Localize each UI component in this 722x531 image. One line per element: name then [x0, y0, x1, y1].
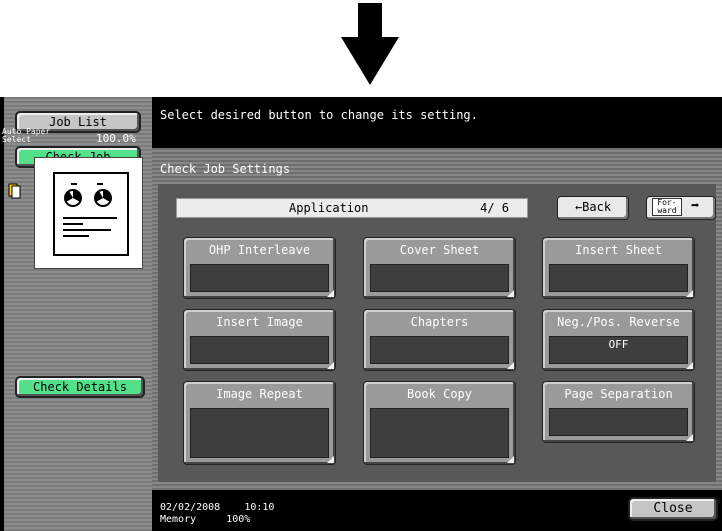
function-label: Chapters [410, 315, 469, 329]
date: 02/02/2008 [160, 502, 221, 513]
function-label: Cover Sheet [399, 243, 480, 257]
copy-preview [34, 157, 143, 269]
function-value [370, 408, 509, 458]
corner-triangle [327, 290, 334, 297]
check-details-button[interactable]: Check Details [15, 376, 145, 398]
function-label: Insert Sheet [575, 243, 662, 257]
function-value [549, 264, 688, 292]
neg-pos-reverse-button[interactable]: Neg./Pos. Reverse OFF [542, 309, 695, 371]
document-preview-icon [53, 172, 129, 256]
panel-title: Check Job Settings [160, 162, 291, 176]
status-bar: 02/02/2008 10:10 Memory 100% [160, 502, 274, 526]
function-value [549, 408, 688, 436]
corner-triangle [686, 290, 693, 297]
forward-label: For-ward [652, 198, 682, 216]
corner-triangle [507, 362, 514, 369]
back-button[interactable]: ←Back [557, 196, 629, 220]
forward-arrow-icon: ➡ [691, 198, 700, 214]
function-value [190, 264, 329, 292]
image-repeat-button[interactable]: Image Repeat [183, 381, 336, 465]
corner-triangle [327, 456, 334, 463]
function-label: Insert Image [216, 315, 303, 329]
time: 10:10 [244, 502, 275, 513]
page-separation-button[interactable]: Page Separation [542, 381, 695, 443]
insert-sheet-button[interactable]: Insert Sheet [542, 237, 695, 299]
corner-triangle [686, 362, 693, 369]
paper-select-label: Auto Paper Select [2, 127, 51, 144]
book-copy-button[interactable]: Book Copy [363, 381, 516, 465]
chapters-button[interactable]: Chapters [363, 309, 516, 371]
corner-triangle [686, 434, 693, 441]
cover-sheet-button[interactable]: Cover Sheet [363, 237, 516, 299]
corner-triangle [507, 456, 514, 463]
tab-application: Application [289, 201, 369, 215]
corner-triangle [327, 362, 334, 369]
close-button[interactable]: Close [628, 497, 718, 521]
function-value [370, 336, 509, 364]
page-indicator: 4/ 6 [480, 201, 509, 215]
function-value [190, 336, 329, 364]
zoom-ratio: 100.0% [96, 132, 136, 145]
function-value: OFF [549, 336, 688, 364]
down-arrow-icon [341, 3, 399, 85]
function-value [190, 408, 329, 458]
corner-triangle [507, 290, 514, 297]
function-label: Neg./Pos. Reverse [557, 315, 680, 329]
instruction-message: Select desired button to change its sett… [160, 108, 478, 122]
function-label: OHP Interleave [208, 243, 311, 257]
ohp-interleave-button[interactable]: OHP Interleave [183, 237, 336, 299]
function-label: Page Separation [564, 387, 673, 401]
forward-button[interactable]: For-ward ➡ [646, 196, 716, 220]
memory-label: Memory [160, 514, 197, 525]
function-label: Image Repeat [216, 387, 303, 401]
memory-value: 100% [226, 514, 251, 525]
paper-tray-icon [8, 183, 21, 199]
insert-image-button[interactable]: Insert Image [183, 309, 336, 371]
application-tab-bar: Application 4/ 6 [176, 198, 528, 218]
function-value [370, 264, 509, 292]
function-label: Book Copy [406, 387, 473, 401]
